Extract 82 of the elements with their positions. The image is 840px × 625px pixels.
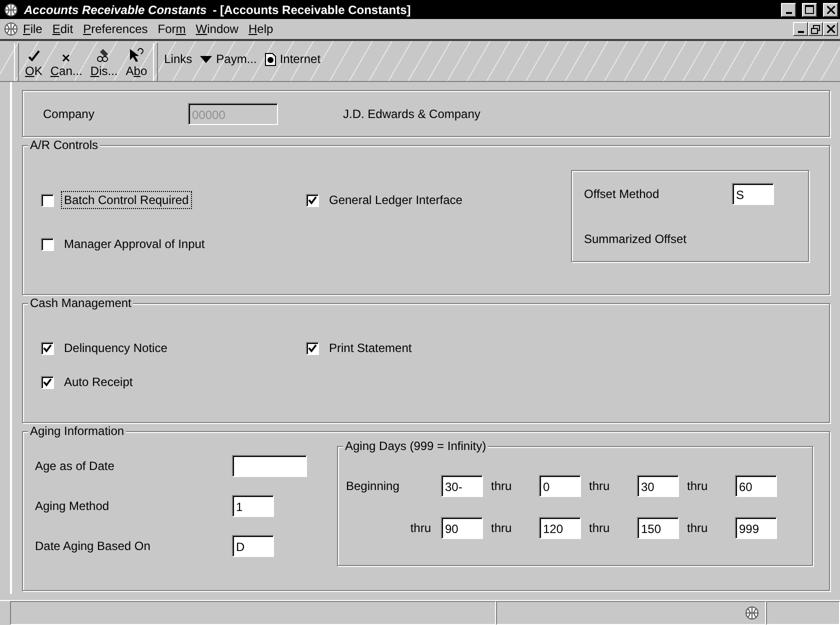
offset-method-field[interactable]: S — [732, 182, 774, 204]
toolbar-button[interactable]: Can... — [46, 43, 86, 81]
menu-item[interactable]: Window — [190, 22, 244, 36]
group-title: Cash Management — [28, 296, 134, 310]
window-subtitle: - [Accounts Receivable Constants] — [212, 2, 412, 16]
document-icon — [264, 52, 276, 66]
checkbox[interactable] — [41, 238, 54, 250]
checkbox-label[interactable]: Auto Receipt — [62, 374, 135, 390]
input-field[interactable]: 999 — [735, 517, 777, 539]
menu-item[interactable]: File — [18, 22, 48, 36]
checkbox[interactable] — [41, 194, 54, 206]
row-label: Beginning — [346, 479, 400, 493]
checkbox-label[interactable]: General Ledger Interface — [327, 192, 464, 208]
thru-label: thru — [687, 479, 709, 493]
toolbar-link[interactable]: Links — [160, 52, 196, 66]
menu-item[interactable]: Form — [152, 22, 191, 36]
globe-icon — [4, 22, 18, 36]
toolbar-button[interactable]: Dis... — [86, 43, 122, 81]
input-field[interactable]: 30- — [441, 475, 483, 497]
checkmark-icon — [308, 196, 317, 204]
checkbox[interactable] — [306, 194, 319, 206]
toolbar-button[interactable]: Abo — [122, 43, 152, 81]
checkmark-icon — [43, 378, 52, 386]
toolbar-link[interactable]: Internet — [260, 52, 325, 66]
checkbox-label[interactable]: Print Statement — [327, 340, 414, 356]
menu-item[interactable]: Help — [243, 22, 278, 36]
input-field[interactable]: 30 — [637, 475, 679, 497]
globe-icon — [745, 606, 759, 620]
minimize-icon — [786, 12, 792, 14]
input-field[interactable]: 150 — [637, 517, 679, 539]
field-label: Age as of Date — [35, 459, 116, 473]
checkmark-icon — [43, 344, 52, 352]
input-field[interactable]: 1 — [232, 495, 274, 517]
close-button[interactable] — [823, 22, 838, 36]
close-icon — [61, 53, 72, 63]
close-icon — [826, 6, 834, 14]
field-label: Company — [43, 106, 96, 120]
checkbox-label[interactable]: Delinquency Notice — [62, 340, 170, 356]
field-label: Date Aging Based On — [35, 539, 152, 553]
maximize-button[interactable] — [802, 2, 817, 16]
group-title: Aging Days (999 = Infinity) — [343, 439, 488, 453]
input-field[interactable]: 120 — [539, 517, 581, 539]
restore-button[interactable] — [808, 22, 823, 36]
minimize-button[interactable] — [793, 22, 808, 36]
minimize-icon — [798, 31, 804, 33]
dropdown-arrow-icon — [200, 56, 212, 62]
group-title: A/R Controls — [28, 138, 100, 152]
thru-label: thru — [589, 521, 611, 535]
group-title: Aging Information — [28, 424, 126, 438]
input-field[interactable]: 60 — [735, 475, 777, 497]
restore-icon — [811, 24, 820, 34]
close-icon — [826, 25, 834, 33]
input-field[interactable]: D — [232, 535, 274, 557]
globe-icon — [4, 2, 18, 16]
field-label: Offset Method — [584, 186, 660, 200]
toolbar-link[interactable]: Paym... — [196, 52, 261, 66]
thru-label: thru — [687, 521, 709, 535]
row-label: thru — [409, 521, 432, 535]
close-button[interactable] — [823, 2, 838, 16]
input-field[interactable]: 90 — [441, 517, 483, 539]
field-label: Aging Method — [35, 499, 110, 513]
thru-label: thru — [589, 479, 611, 493]
checkmark-icon — [308, 344, 317, 352]
thru-label: thru — [491, 521, 513, 535]
input-field[interactable]: 0 — [539, 475, 581, 497]
company-name: J.D. Edwards & Company — [343, 106, 482, 120]
maximize-icon — [805, 5, 814, 14]
input-field[interactable] — [232, 455, 307, 477]
checkbox[interactable] — [41, 376, 54, 388]
checkbox-label[interactable]: Batch Control Required — [62, 192, 191, 208]
checkbox[interactable] — [306, 342, 319, 354]
toolbar-button[interactable]: OK — [21, 43, 46, 81]
offset-description: Summarized Offset — [584, 232, 688, 246]
menu-item[interactable]: Preferences — [78, 22, 153, 36]
pointer-help-icon — [128, 47, 144, 63]
thru-label: thru — [491, 479, 513, 493]
window-title: Accounts Receivable Constants — [24, 2, 207, 16]
minimize-button[interactable] — [781, 2, 796, 16]
checkbox-label[interactable]: Manager Approval of Input — [62, 236, 207, 252]
checkbox[interactable] — [41, 342, 54, 354]
menu-item[interactable]: Edit — [47, 22, 78, 36]
check-icon — [26, 49, 41, 63]
